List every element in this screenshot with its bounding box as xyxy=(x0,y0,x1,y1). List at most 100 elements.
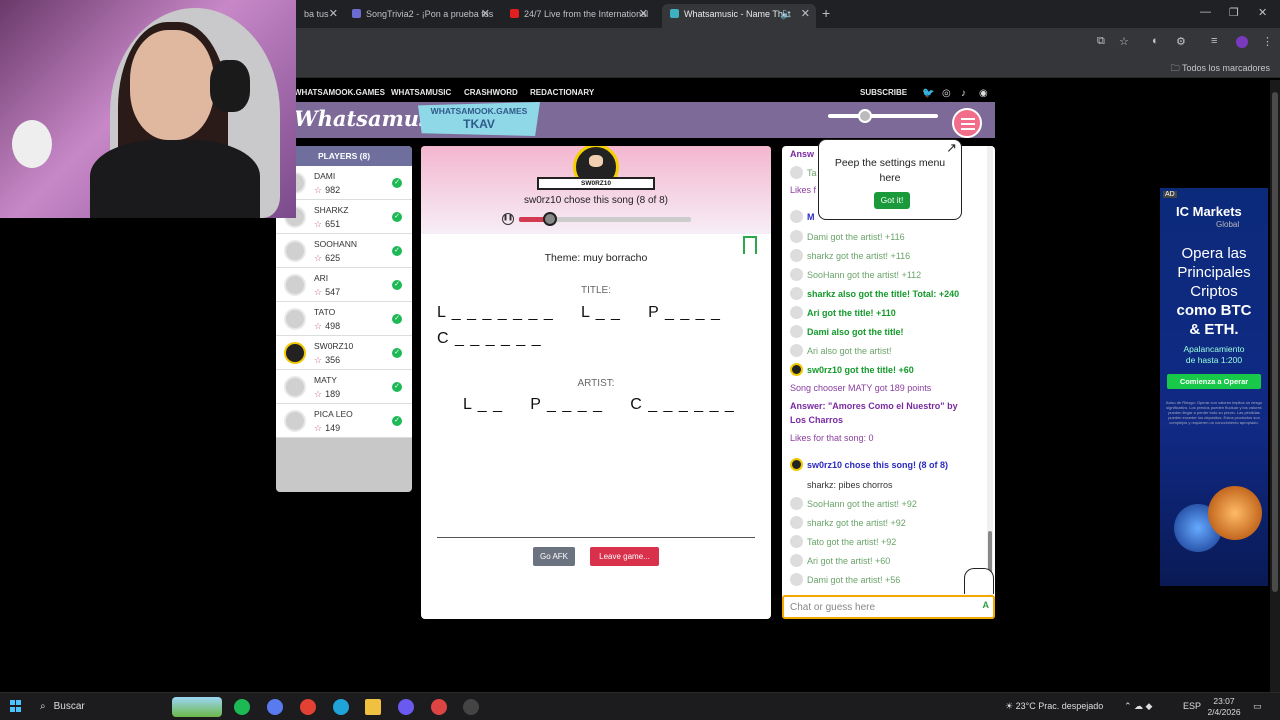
scrollbar-thumb[interactable] xyxy=(1272,92,1278,592)
send-button[interactable]: A xyxy=(983,600,990,610)
player-row[interactable]: PICA LEO ☆ 149 ✓ xyxy=(276,404,412,438)
player-row[interactable]: SHARKZ ☆ 651 ✓ xyxy=(276,200,412,234)
player-row[interactable]: TATO ☆ 498 ✓ xyxy=(276,302,412,336)
chrome-icon[interactable] xyxy=(300,699,316,715)
notification-icon[interactable]: ▭ xyxy=(1253,701,1262,712)
weather-widget[interactable]: ☀ 23°C Prac. despejado xyxy=(1005,701,1103,712)
speaker-icon[interactable]: 🔈 xyxy=(780,4,794,24)
twitter-icon[interactable]: 🐦 xyxy=(922,88,934,99)
ad-banner[interactable]: AD IC Markets Global Opera las Principal… xyxy=(1160,188,1268,586)
browser-tab-4[interactable]: Whatsamusic - Name That 🔈 ✕ xyxy=(662,4,816,28)
volume-slider-knob[interactable] xyxy=(858,109,872,123)
chat-input-box[interactable]: A xyxy=(782,595,995,619)
player-points: ☆ 547 xyxy=(314,287,340,298)
bookmark-star-icon[interactable]: ☆ xyxy=(1119,35,1129,48)
room-code: TKAV xyxy=(463,117,495,131)
tiktok-icon[interactable]: ♪ xyxy=(961,88,966,99)
chat-text: sharkz got the artist! +116 xyxy=(807,251,911,261)
star-icon: ☆ xyxy=(314,253,323,263)
close-icon[interactable]: ✕ xyxy=(801,4,810,24)
new-tab-plus-icon[interactable]: + xyxy=(822,5,830,21)
player-name: PICA LEO xyxy=(314,409,353,419)
progress-knob[interactable] xyxy=(542,212,557,226)
go-afk-button[interactable]: Go AFK xyxy=(533,547,575,566)
close-icon[interactable]: ✕ xyxy=(329,4,338,24)
profile-avatar[interactable] xyxy=(1236,36,1248,48)
leave-game-button[interactable]: Leave game... xyxy=(590,547,659,566)
chat-message: Dami got the artist! +56 xyxy=(790,573,900,587)
discord-taskbar-icon[interactable] xyxy=(398,699,414,715)
volume-slider[interactable] xyxy=(828,109,938,123)
window-close-icon[interactable]: ✕ xyxy=(1258,6,1267,19)
title-hint-line1: L _ _ _ _ _ _ _ L _ _ P _ _ _ _ xyxy=(437,304,721,321)
all-bookmarks-folder[interactable]: 🗀 Todos los marcadores xyxy=(1171,61,1270,77)
media-icon[interactable]: ≡ xyxy=(1211,35,1217,47)
copilot-icon[interactable] xyxy=(267,699,283,715)
ad-leverage: Apalancamiento de hasta 1:200 xyxy=(1160,344,1268,366)
player-row[interactable]: ARI ☆ 547 ✓ xyxy=(276,268,412,302)
check-icon: ✓ xyxy=(392,178,402,188)
song-progress-bar[interactable] xyxy=(519,212,691,226)
chat-message: Dami got the artist! +116 xyxy=(790,230,905,244)
taskbar-clock[interactable]: 23:07 2/4/2026 xyxy=(1200,696,1248,718)
language-indicator[interactable]: ESP xyxy=(1183,701,1201,711)
players-panel: PLAYERS (8) DAMI ☆ 982 ✓ SHARKZ ☆ 651 ✓ SOOHANN ☆… xyxy=(276,146,412,492)
close-icon[interactable]: ✕ xyxy=(639,4,648,24)
browser-tab-1[interactable]: ba tus ✕ xyxy=(296,4,344,28)
player-row[interactable]: SW0RZ10 ☆ 356 ✓ xyxy=(276,336,412,370)
spotify-icon[interactable] xyxy=(234,699,250,715)
weather-text: 23°C Prac. despejado xyxy=(1015,701,1104,711)
nav-crashword[interactable]: CRASHWORD xyxy=(464,88,518,97)
chat-message: Ari got the title! +110 xyxy=(790,306,896,320)
settings-menu-button[interactable] xyxy=(952,108,982,138)
obs-icon[interactable] xyxy=(463,699,479,715)
chat-text: M xyxy=(807,212,815,222)
avatar xyxy=(790,166,803,179)
browser-tab-2[interactable]: SongTrivia2 - ¡Pon a prueba tus ✕ xyxy=(344,4,496,28)
extension-icon[interactable]: ◐ xyxy=(1152,35,1159,47)
check-icon: ✓ xyxy=(392,212,402,222)
minimize-icon[interactable]: — xyxy=(1200,6,1211,18)
close-icon[interactable]: ✕ xyxy=(481,4,490,24)
instagram-icon[interactable]: ◎ xyxy=(942,88,951,99)
nav-redactionary[interactable]: REDACTIONARY xyxy=(530,88,594,97)
windows-taskbar: ⌕ Buscar ☀ 23°C Prac. despejado ⌃ ☁ ◆ ESP… xyxy=(0,692,1280,720)
restore-icon[interactable]: ❐ xyxy=(1229,6,1239,19)
player-points-value: 149 xyxy=(325,423,341,433)
ad-cta-button[interactable]: Comienza a Operar xyxy=(1167,374,1261,389)
tray-icons[interactable]: ⌃ ☁ ◆ xyxy=(1124,701,1152,712)
player-row[interactable]: MATY ☆ 189 ✓ xyxy=(276,370,412,404)
nav-whatsamook[interactable]: WHATSAMOOK.GAMES xyxy=(294,88,385,97)
chat-text: Los Charros xyxy=(790,415,844,425)
tab-label: 24/7 Live from the International xyxy=(524,9,649,19)
app-icon[interactable] xyxy=(333,699,349,715)
player-row[interactable]: SOOHANN ☆ 625 ✓ xyxy=(276,234,412,268)
translate-icon[interactable]: ⧉ xyxy=(1097,35,1105,48)
opera-icon[interactable] xyxy=(431,699,447,715)
room-tag: WHATSAMOOK.GAMES TKAV xyxy=(418,102,540,136)
puzzle-icon[interactable]: ⚙ xyxy=(1176,35,1186,48)
browser-tab-3[interactable]: 24/7 Live from the International ✕ xyxy=(502,4,654,28)
pause-icon[interactable]: ❚❚ xyxy=(502,213,514,225)
kebab-menu-icon[interactable]: ⋮ xyxy=(1262,35,1273,48)
player-avatar xyxy=(284,274,306,296)
chat-scrollbar[interactable] xyxy=(987,146,993,616)
file-explorer-icon[interactable] xyxy=(365,699,381,715)
player-name: SOOHANN xyxy=(314,239,357,249)
nav-whatsamusic[interactable]: WHATSAMUSIC xyxy=(391,88,451,97)
avatar xyxy=(790,268,803,281)
player-row[interactable]: DAMI ☆ 982 ✓ xyxy=(276,166,412,200)
emoji-button[interactable] xyxy=(964,568,994,594)
chat-input[interactable] xyxy=(790,600,970,615)
star-icon: ☆ xyxy=(314,389,323,399)
avatar xyxy=(790,535,803,548)
subscribe-link[interactable]: SUBSCRIBE xyxy=(860,88,907,97)
page-scrollbar[interactable] xyxy=(1270,80,1280,692)
chat-text: Ari got the title! +110 xyxy=(807,308,896,318)
discord-icon[interactable]: ◉ xyxy=(979,88,988,99)
got-it-button[interactable]: Got it! xyxy=(874,192,910,209)
windows-start-icon[interactable] xyxy=(10,700,22,712)
players-header: PLAYERS (8) xyxy=(276,146,412,166)
chat-text: Tato got the artist! +92 xyxy=(807,537,897,547)
chat-text: Likes for that song: 0 xyxy=(790,433,874,443)
